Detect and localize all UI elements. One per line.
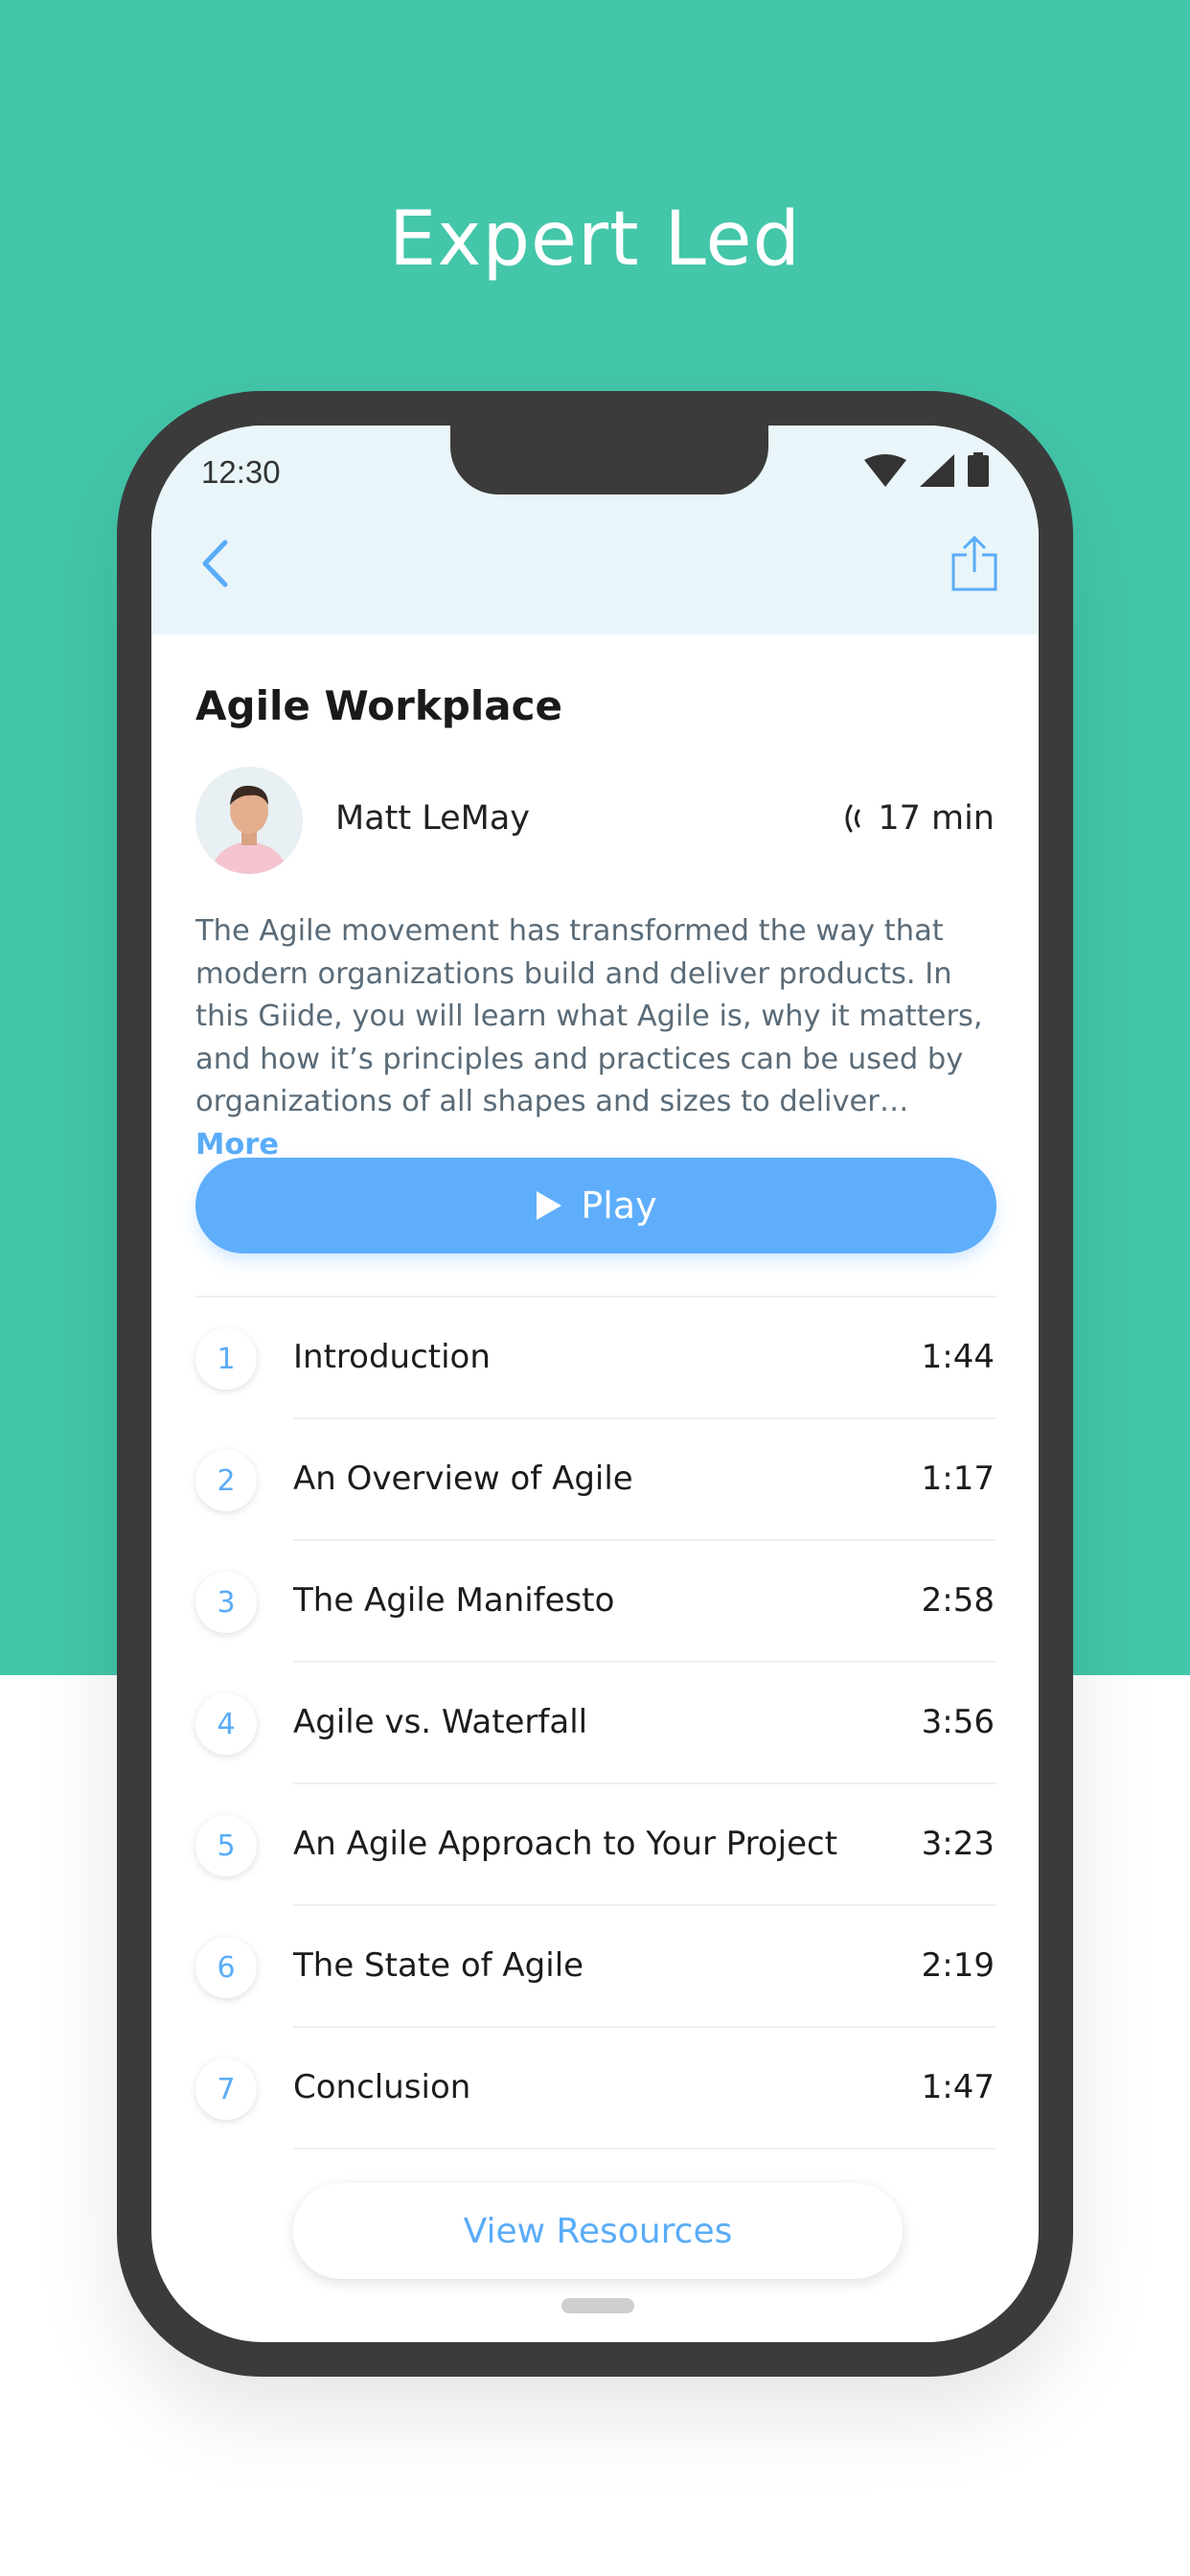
chapter-row[interactable]: 1 Introduction 1:44 <box>151 1298 1039 1419</box>
chapter-row[interactable]: 3 The Agile Manifesto 2:58 <box>151 1541 1039 1663</box>
chapter-title: Introduction <box>293 1338 491 1376</box>
chapter-number: 6 <box>195 1937 257 1998</box>
phone-frame: 12:30 Agile Workplace Matt LeMay 17 min … <box>117 391 1073 2377</box>
share-button[interactable] <box>947 531 1002 596</box>
headline: Expert Led <box>389 196 801 283</box>
chapter-title: An Agile Approach to Your Project <box>293 1825 838 1863</box>
home-indicator[interactable] <box>561 2298 634 2313</box>
status-icons <box>864 452 989 491</box>
course-description: The Agile movement has transformed the w… <box>195 910 1000 1166</box>
duration-text: 17 min <box>878 799 995 838</box>
chapter-time: 1:47 <box>921 2068 995 2106</box>
chapter-title: Agile vs. Waterfall <box>293 1703 588 1741</box>
chapter-number: 5 <box>195 1815 257 1876</box>
chapter-list: 1 Introduction 1:44 2 An Overview of Agi… <box>151 1298 1039 2150</box>
status-time: 12:30 <box>201 454 281 490</box>
phone-notch <box>450 426 768 494</box>
battery-icon <box>968 452 989 491</box>
chapter-number: 2 <box>195 1450 257 1511</box>
view-resources-button[interactable]: View Resources <box>293 2183 903 2279</box>
audio-icon <box>845 804 860 833</box>
divider <box>293 2148 996 2150</box>
description-text: The Agile movement has transformed the w… <box>195 914 983 1118</box>
chapter-number: 1 <box>195 1328 257 1390</box>
chapter-time: 1:17 <box>921 1460 995 1498</box>
wifi-icon <box>864 454 906 491</box>
chapter-row[interactable]: 6 The State of Agile 2:19 <box>151 1906 1039 2028</box>
chapter-title: The State of Agile <box>293 1946 584 1985</box>
play-label: Play <box>581 1184 657 1227</box>
author-avatar <box>195 767 303 874</box>
chevron-left-icon <box>202 540 228 587</box>
chapter-row[interactable]: 7 Conclusion 1:47 <box>151 2028 1039 2150</box>
chapter-time: 3:23 <box>921 1825 995 1863</box>
signal-icon <box>920 454 954 491</box>
course-title: Agile Workplace <box>195 682 562 729</box>
chapter-row[interactable]: 2 An Overview of Agile 1:17 <box>151 1419 1039 1541</box>
chapter-time: 2:58 <box>921 1581 995 1620</box>
more-link[interactable]: More <box>195 1128 279 1162</box>
chapter-title: An Overview of Agile <box>293 1460 633 1498</box>
chapter-time: 2:19 <box>921 1946 995 1985</box>
phone-screen: 12:30 Agile Workplace Matt LeMay 17 min … <box>151 426 1039 2342</box>
play-icon <box>537 1191 562 1220</box>
chapter-title: The Agile Manifesto <box>293 1581 615 1620</box>
chapter-number: 7 <box>195 2058 257 2120</box>
chapter-number: 3 <box>195 1572 257 1633</box>
chapter-row[interactable]: 5 An Agile Approach to Your Project 3:23 <box>151 1784 1039 1906</box>
share-icon <box>951 536 997 591</box>
chapter-number: 4 <box>195 1693 257 1755</box>
chapter-time: 1:44 <box>921 1338 995 1376</box>
chapter-time: 3:56 <box>921 1703 995 1741</box>
play-button[interactable]: Play <box>195 1158 996 1254</box>
chapter-row[interactable]: 4 Agile vs. Waterfall 3:56 <box>151 1663 1039 1784</box>
author-name: Matt LeMay <box>335 799 530 838</box>
back-button[interactable] <box>188 533 241 594</box>
chapter-title: Conclusion <box>293 2068 471 2106</box>
course-duration: 17 min <box>841 799 995 838</box>
